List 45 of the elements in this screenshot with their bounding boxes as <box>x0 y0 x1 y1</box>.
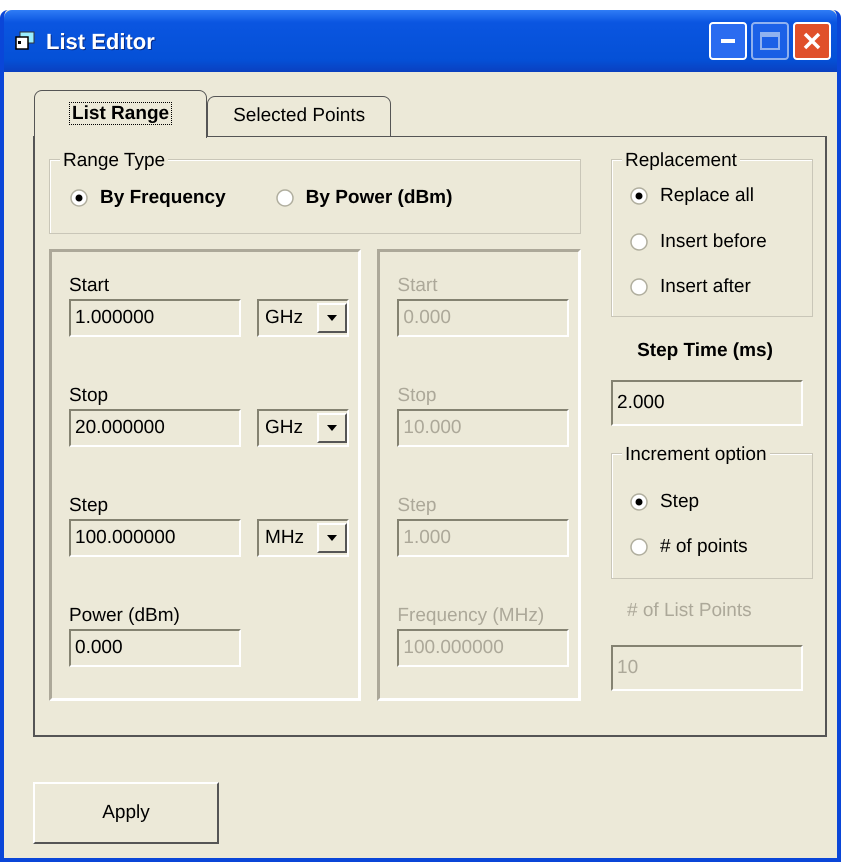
maximize-icon <box>760 32 780 50</box>
field-label: Power (dBm) <box>69 604 181 628</box>
input-field[interactable]: 100.000000 <box>69 519 241 557</box>
option-label: Insert after <box>660 275 751 299</box>
minimize-icon <box>721 39 735 43</box>
tab[interactable]: List Range <box>34 90 208 138</box>
field-label: Step Time (ms) <box>636 339 774 363</box>
radio-button[interactable] <box>70 189 88 208</box>
option-label: By Power (dBm) <box>306 186 452 210</box>
input-field[interactable]: 20.000000 <box>69 409 241 447</box>
input-field[interactable]: 0.000 <box>69 629 241 667</box>
option-label: Replace all <box>660 184 754 208</box>
apply-button[interactable]: Apply <box>33 782 219 844</box>
unit-dropdown[interactable]: GHz <box>257 409 349 447</box>
radio-button[interactable] <box>630 278 648 296</box>
radio-button[interactable] <box>276 189 294 208</box>
maximize-button[interactable] <box>751 22 789 60</box>
field-label: Step <box>397 494 438 518</box>
window-title: List Editor <box>46 28 156 56</box>
option-label: # of points <box>660 535 748 559</box>
caret-icon <box>327 535 337 541</box>
unit-dropdown[interactable]: MHz <box>257 519 349 557</box>
option-label: Insert before <box>660 230 767 254</box>
input-field[interactable]: 2.000 <box>611 380 803 426</box>
radio-button[interactable] <box>630 187 648 206</box>
field-label: Stop <box>397 384 438 408</box>
caret-icon <box>327 315 337 321</box>
field-label: # of List Points <box>627 598 753 622</box>
close-button[interactable] <box>793 22 831 60</box>
close-icon <box>802 31 822 51</box>
caret-icon <box>327 425 337 431</box>
input-field[interactable]: 1.000000 <box>69 299 241 337</box>
radio-button[interactable] <box>630 492 648 511</box>
tab[interactable]: Selected Points <box>207 96 392 136</box>
unit-dropdown[interactable]: GHz <box>257 299 349 337</box>
option-label: Step <box>660 490 700 514</box>
option-label: By Frequency <box>100 186 226 210</box>
field-label: Start <box>69 274 110 298</box>
radio-button[interactable] <box>630 232 648 251</box>
field-label: Frequency (MHz) <box>397 604 546 628</box>
field-label: Start <box>397 274 439 298</box>
minimize-button[interactable] <box>709 22 747 60</box>
radio-button[interactable] <box>630 538 648 556</box>
field-label: Step <box>69 494 110 518</box>
field-label: Stop <box>69 384 110 408</box>
